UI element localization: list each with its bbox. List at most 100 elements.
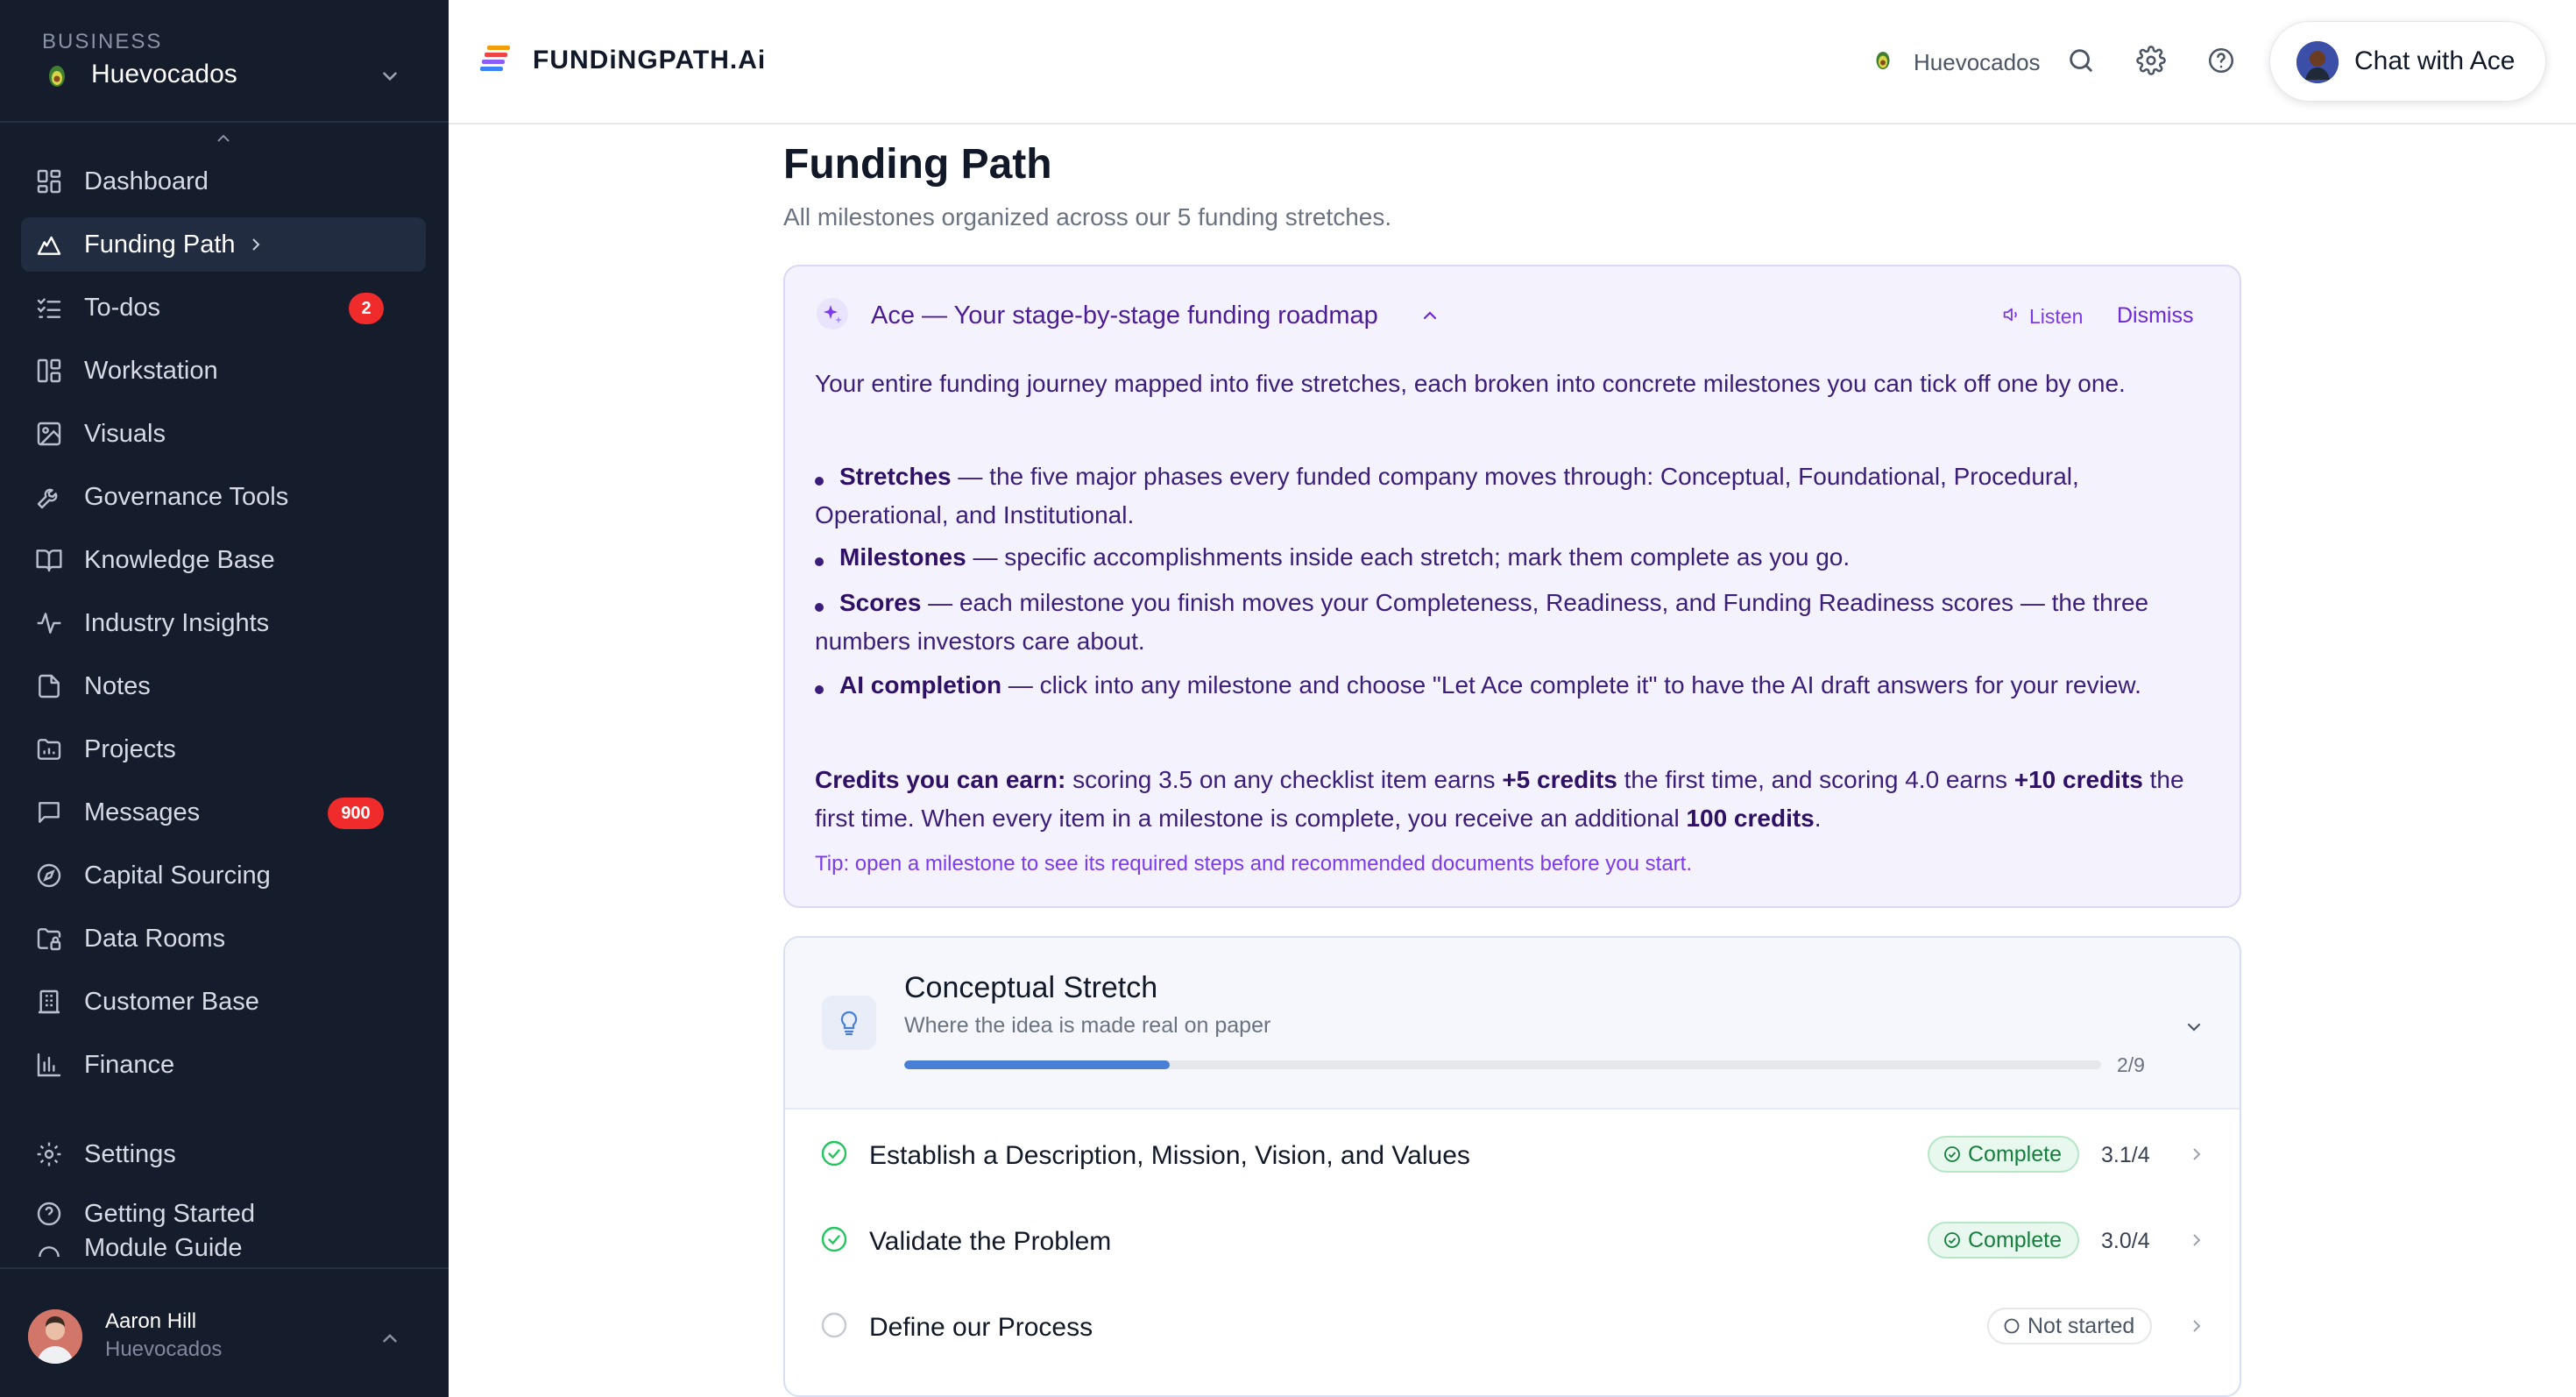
credits-text: scoring 3.5 on any checklist item earns (1065, 766, 1503, 793)
sidebar-item-messages[interactable]: Messages 900 (21, 785, 426, 840)
layout-icon (37, 358, 61, 383)
sidebar-item-customer-base[interactable]: Customer Base (21, 975, 426, 1029)
dismiss-button[interactable]: Dismiss (2117, 303, 2194, 329)
status-badge: Not started (1987, 1308, 2153, 1344)
chevron-down-icon[interactable] (2183, 1017, 2204, 1038)
lightbulb-icon (840, 1011, 858, 1036)
sidebar-item-label: Getting Started (84, 1200, 256, 1228)
sidebar-item-label: Customer Base (84, 988, 259, 1016)
checklist-icon (37, 298, 61, 318)
milestone-label: Establish a Description, Mission, Vision… (869, 1141, 1470, 1170)
user-menu[interactable]: Aaron Hill Huevocados (0, 1267, 449, 1397)
sidebar-item-governance-tools[interactable]: Governance Tools (21, 470, 426, 524)
help-circle-icon[interactable] (2206, 46, 2236, 75)
todo-count-badge: 2 (349, 293, 384, 324)
gear-icon (37, 1142, 61, 1167)
stretch-progress-count: 2/9 (2117, 1053, 2145, 1076)
milestone-row[interactable]: Establish a Description, Mission, Vision… (785, 1111, 2240, 1197)
stretch-title: Conceptual Stretch (904, 971, 1158, 1004)
chevron-right-icon (252, 238, 260, 251)
avocado-icon (49, 66, 65, 87)
sidebar-item-label: Module Guide (84, 1234, 243, 1262)
chevron-down-icon[interactable] (379, 65, 401, 88)
status-text: Complete (1968, 1227, 2062, 1252)
speaker-icon[interactable] (2001, 305, 2020, 324)
sidebar-item-workstation[interactable]: Workstation (21, 344, 426, 398)
sidebar-item-data-rooms[interactable]: Data Rooms (21, 911, 426, 966)
bullet-term: Stretches (839, 463, 952, 490)
check-circle-icon (821, 1140, 847, 1167)
sidebar-item-dashboard[interactable]: Dashboard (21, 154, 426, 209)
bar-chart-icon (37, 1053, 61, 1077)
chevron-right-icon (2193, 1148, 2201, 1160)
avocado-icon (1876, 52, 1890, 69)
milestone-score: 3.0/4 (2101, 1229, 2150, 1253)
empty-circle-icon (821, 1312, 847, 1338)
sidebar-item-label: Projects (84, 735, 176, 763)
credits-text: . (1814, 805, 1822, 832)
sidebar-item-label: Data Rooms (84, 925, 226, 953)
stretch-header[interactable]: Conceptual Stretch Where the idea is mad… (785, 938, 2240, 1110)
sidebar-item-label: Settings (84, 1140, 176, 1168)
bullet-term: Scores (839, 589, 922, 616)
sidebar-item-module-guide[interactable]: Module Guide (21, 1234, 426, 1267)
ace-bullet-ai-completion: AI completion — click into any milestone… (815, 666, 2199, 705)
sidebar-item-settings[interactable]: Settings (21, 1127, 426, 1181)
sidebar-item-label: Visuals (84, 420, 166, 448)
folder-lock-icon (37, 928, 61, 951)
sparkle-icon (817, 298, 848, 330)
sidebar-item-knowledge-base[interactable]: Knowledge Base (21, 533, 426, 587)
chat-with-ace-button[interactable]: Chat with Ace (2269, 21, 2546, 102)
sidebar-item-label: Knowledge Base (84, 546, 275, 574)
sidebar-item-label: Governance Tools (84, 483, 289, 511)
credits-text: the first time, and scoring 4.0 earns (1617, 766, 2014, 793)
ace-roadmap-panel: Ace — Your stage-by-stage funding roadma… (783, 265, 2241, 908)
scroll-up-icon[interactable] (214, 131, 233, 145)
stretch-icon-wrapper (822, 996, 876, 1050)
stretch-subtitle: Where the idea is made real on paper (904, 1013, 1271, 1038)
sidebar-item-funding-path[interactable]: Funding Path (21, 217, 426, 272)
milestone-row[interactable]: Validate the Problem Complete 3.0/4 (785, 1197, 2240, 1283)
ace-tip: Tip: open a milestone to see its require… (815, 852, 1692, 876)
ace-panel-title: Ace — Your stage-by-stage funding roadma… (871, 301, 1378, 330)
search-icon[interactable] (2066, 46, 2096, 75)
sidebar-item-label: Finance (84, 1051, 175, 1079)
building-icon (39, 989, 60, 1014)
chat-button-label: Chat with Ace (2354, 46, 2516, 75)
business-name: Huevocados (91, 60, 237, 89)
stretch-card-conceptual: Conceptual Stretch Where the idea is mad… (783, 936, 2241, 1397)
check-circle-icon (1944, 1146, 1960, 1162)
bullet-text: — the five major phases every funded com… (815, 463, 2079, 528)
status-badge: Complete (1928, 1222, 2079, 1259)
listen-button[interactable]: Listen (2029, 305, 2083, 329)
app-logo[interactable]: FUNDiNGPATH.Ai (533, 46, 766, 75)
page-subtitle: All milestones organized across our 5 fu… (783, 203, 1392, 230)
stretch-progress-bar (904, 1060, 2101, 1069)
ace-bullet-stretches: Stretches — the five major phases every … (815, 457, 2199, 535)
sidebar-item-capital-sourcing[interactable]: Capital Sourcing (21, 848, 426, 903)
top-bar: FUNDiNGPATH.Ai Huevocados Chat with Ace (449, 0, 2576, 124)
sidebar-item-label: Messages (84, 798, 201, 826)
sidebar-item-label: Workstation (84, 357, 218, 385)
sidebar-item-finance[interactable]: Finance (21, 1038, 426, 1092)
current-business: Huevocados (1914, 49, 2041, 75)
chevron-right-icon (2193, 1320, 2201, 1332)
sidebar-item-visuals[interactable]: Visuals (21, 407, 426, 461)
sidebar-item-getting-started[interactable]: Getting Started (21, 1187, 426, 1241)
status-text: Not started (2028, 1313, 2135, 1338)
milestone-score: 3.1/4 (2101, 1143, 2150, 1167)
business-switcher[interactable]: BUSINESS Huevocados (0, 0, 449, 123)
sidebar-item-label: Dashboard (84, 167, 209, 195)
wrench-icon (37, 488, 58, 509)
chevron-up-icon[interactable] (1419, 305, 1440, 326)
gear-icon[interactable] (2136, 46, 2166, 75)
milestone-row[interactable]: Define our Process Not started (785, 1283, 2240, 1369)
credits-amount: +5 credits (1502, 766, 1617, 793)
chevron-up-icon[interactable] (379, 1327, 401, 1350)
sidebar-item-industry-insights[interactable]: Industry Insights (21, 596, 426, 650)
sidebar-item-notes[interactable]: Notes (21, 659, 426, 713)
sidebar-item-projects[interactable]: Projects (21, 722, 426, 777)
bullet-term: Milestones (839, 543, 966, 571)
bullet-text: — each milestone you finish moves your C… (815, 589, 2149, 655)
sidebar-item-todos[interactable]: To-dos 2 (21, 280, 426, 335)
